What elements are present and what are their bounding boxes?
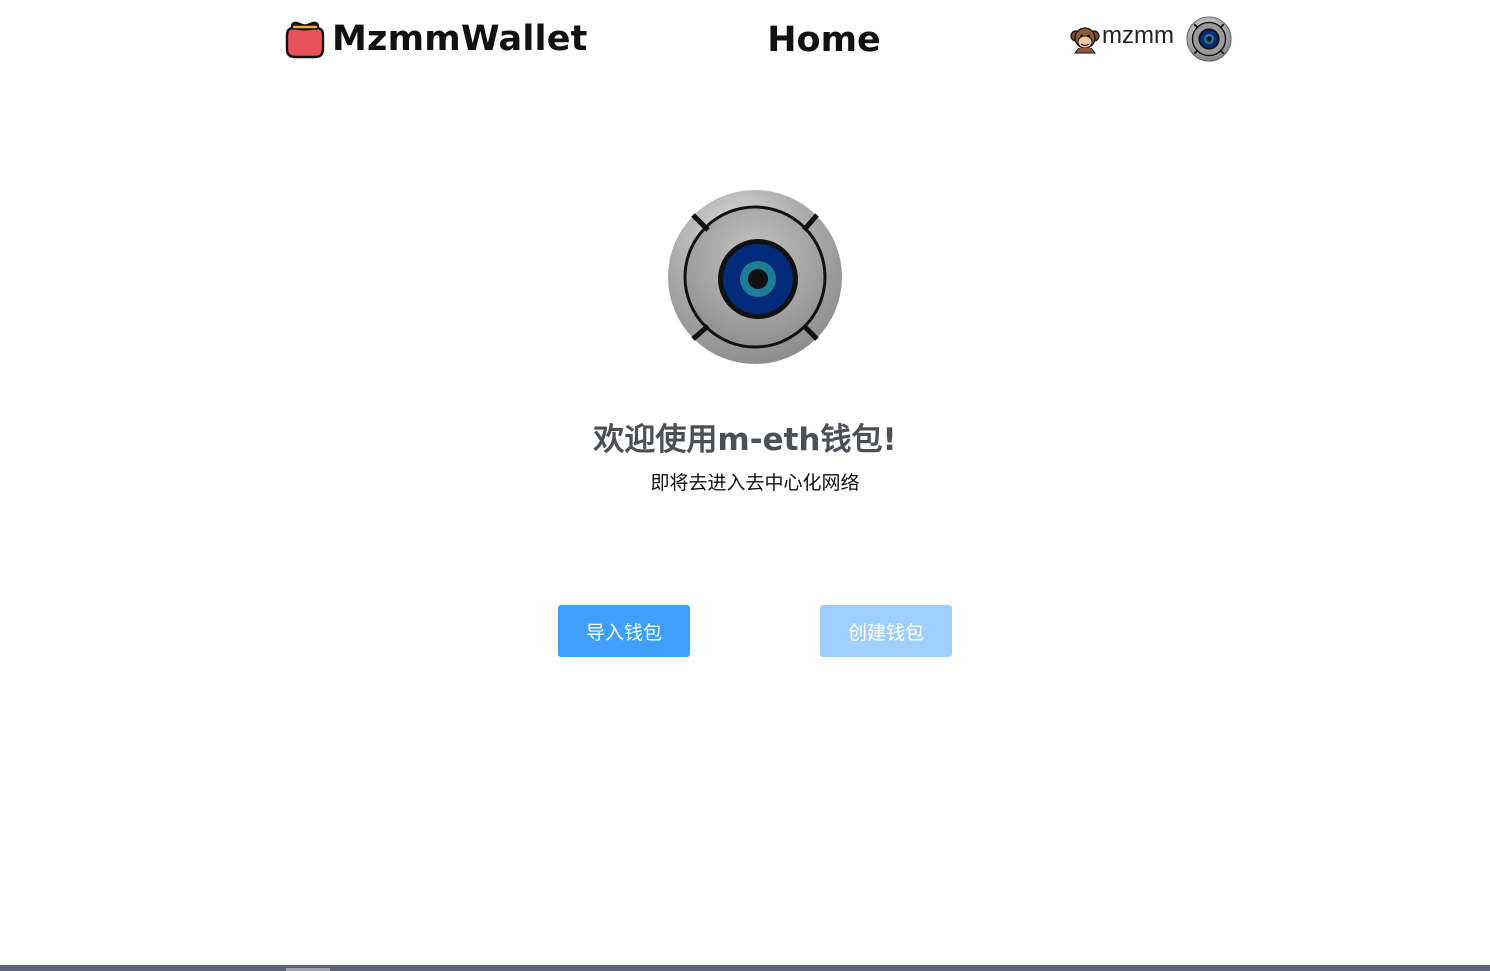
camera-lens-icon [668, 190, 842, 364]
top-header: MzmmWallet Home mzmm [0, 0, 1490, 84]
wallet-icon [285, 21, 325, 59]
monkey-icon [1070, 27, 1100, 54]
avatar-camera-lens-icon[interactable] [1186, 16, 1232, 62]
user-menu[interactable]: mzmm [1070, 16, 1232, 62]
username: mzmm [1102, 22, 1174, 49]
bottom-scrollbar[interactable] [0, 965, 1490, 971]
create-wallet-button[interactable]: 创建钱包 [820, 605, 952, 657]
welcome-title: 欢迎使用m-eth钱包! [593, 422, 897, 458]
brand-logo[interactable]: MzmmWallet [284, 18, 588, 60]
import-wallet-button[interactable]: 导入钱包 [558, 605, 690, 657]
page: MzmmWallet Home mzmm 欢迎使用m-eth钱包! 即将去进入去… [0, 0, 1490, 971]
welcome-subtitle: 即将去进入去中心化网络 [650, 472, 860, 494]
brand-name: MzmmWallet [332, 18, 588, 59]
page-title: Home [767, 20, 881, 60]
